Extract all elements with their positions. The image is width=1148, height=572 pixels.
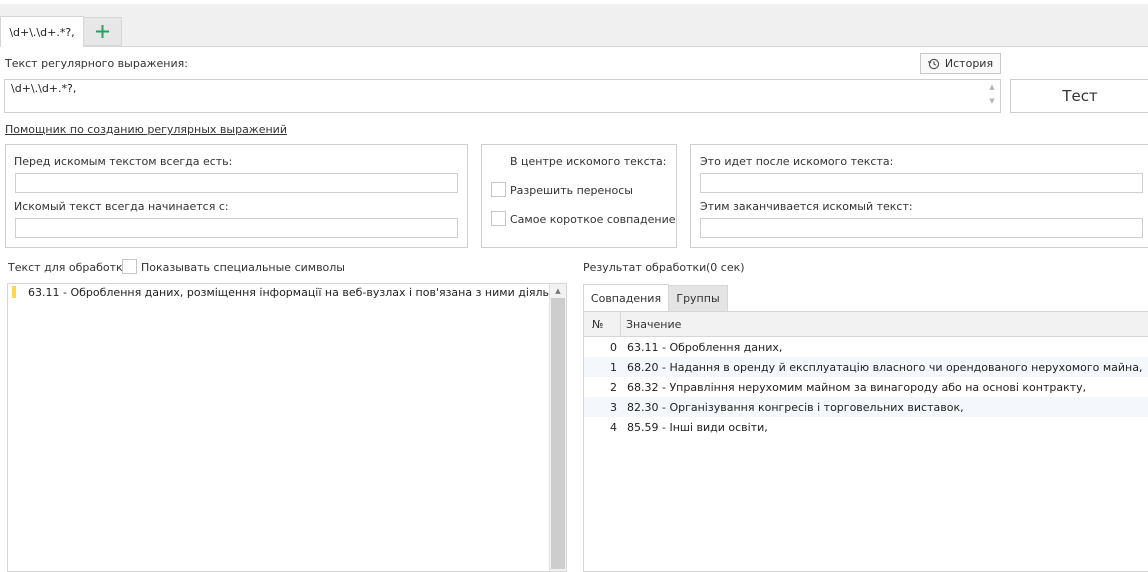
column-header-num[interactable]: № (592, 318, 603, 331)
scrollbar-thumb[interactable] (551, 298, 565, 569)
regex-label: Текст регулярного выражения: (5, 57, 188, 70)
tab-groups[interactable]: Группы (669, 285, 728, 312)
before-text-label: Перед искомым текстом всегда есть: (14, 155, 233, 168)
history-icon (927, 58, 940, 69)
row-num: 2 (610, 380, 617, 394)
row-value: 63.11 - Оброблення даних, (627, 340, 783, 354)
regex-input[interactable]: \d+\.\d+.*?, ▲ ▼ (4, 79, 1001, 113)
plus-icon (96, 25, 109, 38)
starts-with-label: Искомый текст всегда начинается с: (14, 200, 229, 213)
shortest-match-label[interactable]: Самое короткое совпадение (510, 213, 676, 226)
processing-label: Текст для обработки (8, 261, 130, 274)
row-num: 3 (610, 400, 617, 414)
results-table: № Значение 0 63.11 - Оброблення даних, 1… (583, 311, 1148, 572)
add-tab-button[interactable] (84, 17, 122, 46)
processing-textarea[interactable]: 63.11 - Оброблення даних, розміщення інф… (7, 283, 567, 572)
row-value: 82.30 - Організування конгресів і торгов… (627, 400, 964, 414)
test-button-label: Тест (1062, 87, 1098, 105)
tab-groups-label: Группы (676, 292, 720, 305)
history-button[interactable]: История (920, 53, 1001, 74)
tab-strip-top (0, 0, 1148, 4)
starts-with-input[interactable] (15, 218, 458, 238)
ends-with-label: Этим заканчивается искомый текст: (700, 200, 913, 213)
table-row[interactable]: 1 68.20 - Надання в оренду й експлуатаці… (584, 357, 1148, 377)
processing-text: 63.11 - Оброблення даних, розміщення інф… (28, 286, 551, 299)
table-row[interactable]: 4 85.59 - Інші види освіти, (584, 417, 1148, 437)
show-special-checkbox[interactable] (122, 259, 137, 274)
regex-helper-link[interactable]: Помощник по созданию регулярных выражени… (5, 123, 287, 136)
column-header-value[interactable]: Значение (626, 318, 681, 331)
column-divider (620, 312, 621, 337)
row-num: 4 (610, 420, 617, 434)
row-value: 68.20 - Надання в оренду й експлуатацію … (627, 360, 1143, 374)
shortest-match-checkbox[interactable] (491, 211, 506, 226)
result-label: Результат обработки (583, 261, 707, 274)
table-row[interactable]: 0 63.11 - Оброблення даних, (584, 337, 1148, 357)
regex-scrollbar[interactable]: ▲ ▼ (984, 80, 1000, 112)
table-row[interactable]: 3 82.30 - Організування конгресів і торг… (584, 397, 1148, 417)
scroll-up-icon[interactable]: ▲ (984, 83, 1000, 91)
row-num: 1 (610, 360, 617, 374)
center-text-title: В центре искомого текста: (510, 155, 667, 168)
scroll-down-icon[interactable]: ▼ (984, 97, 1000, 105)
tab-regex[interactable]: \d+\.\d+.*?, (0, 16, 84, 47)
after-text-input[interactable] (700, 173, 1143, 193)
allow-wrap-checkbox[interactable] (491, 182, 506, 197)
scroll-up-icon[interactable]: ▲ (550, 287, 566, 295)
tab-strip (0, 0, 1148, 47)
regex-input-value: \d+\.\d+.*?, (11, 82, 77, 95)
before-text-input[interactable] (15, 173, 458, 193)
after-text-label: Это идет после искомого текста: (700, 155, 894, 168)
table-row[interactable]: 2 68.32 - Управління нерухомим майном за… (584, 377, 1148, 397)
tab-matches[interactable]: Совпадения (583, 284, 669, 312)
result-time: (0 сек) (706, 261, 745, 274)
row-value: 85.59 - Інші види освіти, (627, 420, 768, 434)
tab-matches-label: Совпадения (590, 292, 662, 305)
test-button[interactable]: Тест (1010, 79, 1148, 113)
show-special-label[interactable]: Показывать специальные символы (141, 261, 345, 274)
tab-regex-label: \d+\.\d+.*?, (9, 25, 75, 39)
processing-scrollbar[interactable]: ▲ (549, 284, 566, 571)
row-value: 68.32 - Управління нерухомим майном за в… (627, 380, 1087, 394)
history-button-label: История (944, 57, 994, 70)
allow-wrap-label[interactable]: Разрешить переносы (510, 184, 633, 197)
ends-with-input[interactable] (700, 218, 1143, 238)
row-num: 0 (610, 340, 617, 354)
